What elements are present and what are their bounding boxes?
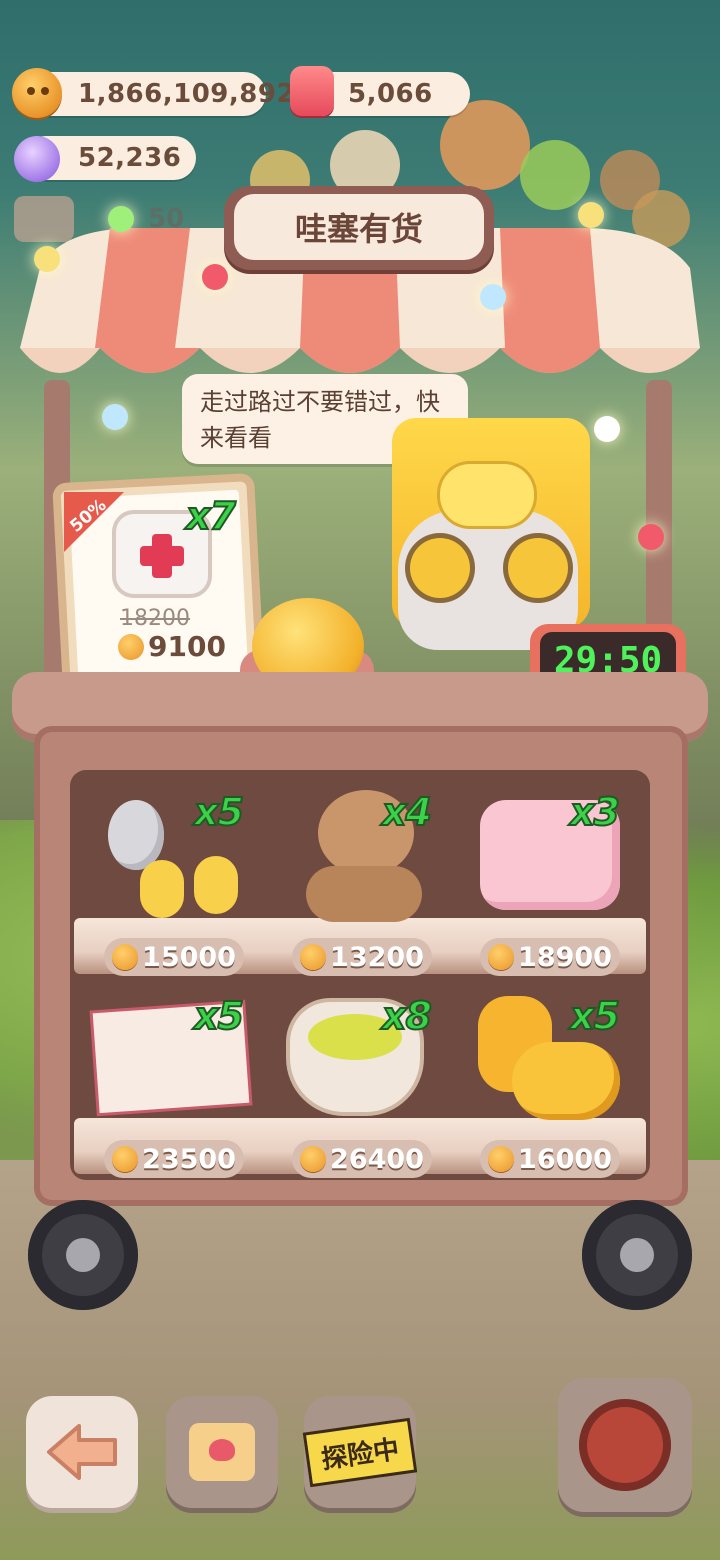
diary-button[interactable] [166, 1396, 278, 1508]
cat-eye-left [410, 538, 470, 598]
item-price-value: 23500 [142, 1143, 236, 1175]
coin-icon [300, 1146, 327, 1172]
coins-value: 1,866,109,892 [78, 79, 296, 109]
candy-icon [14, 136, 60, 182]
coin-icon [488, 1146, 515, 1172]
coin-icon [12, 68, 62, 118]
item-price[interactable]: 23500 [104, 1140, 244, 1178]
fork-handle [194, 856, 238, 914]
red-gem-icon [290, 66, 334, 116]
shop-item-magazine[interactable]: x5 [92, 990, 276, 1140]
item-price-value: 15000 [142, 941, 236, 973]
spoon-fork-icon [108, 800, 164, 870]
cart-wheel-right [582, 1200, 692, 1310]
shop-item-pillow[interactable]: x3 [470, 780, 650, 930]
stall-title: 哇塞有货 [234, 194, 484, 260]
item-price-value: 16000 [518, 1143, 612, 1175]
slipper-right [512, 1042, 620, 1120]
item-quantity: x5 [193, 789, 245, 835]
piggy-on-head-icon [440, 464, 534, 526]
light-bulb [578, 202, 604, 228]
stall-title-sign: 哇塞有货 [224, 186, 494, 270]
light-bulb [594, 416, 620, 442]
shop-item-spoon-fork[interactable]: x5 [96, 780, 276, 930]
item-price-value: 13200 [330, 941, 424, 973]
cart-wheel-left [28, 1200, 138, 1310]
hearts-value: 5,066 [348, 79, 433, 109]
teddy-body [306, 866, 422, 922]
back-button[interactable] [26, 1396, 138, 1508]
cat-eye-right [508, 538, 568, 598]
item-price-value: 26400 [330, 1143, 424, 1175]
light-bulb [202, 264, 228, 290]
light-bulb [102, 404, 128, 430]
background-balloon [520, 140, 590, 210]
item-price[interactable]: 13200 [292, 938, 432, 976]
featured-price: 9100 [148, 630, 226, 663]
item-price[interactable]: 15000 [104, 938, 244, 976]
light-bulb [638, 524, 664, 550]
item-quantity: x8 [381, 993, 433, 1039]
coin-icon [112, 1146, 139, 1172]
adventure-button[interactable]: 探险中 [302, 1396, 418, 1508]
light-bulb [480, 284, 506, 310]
coin-icon [300, 944, 327, 970]
candy-value: 52,236 [78, 143, 182, 173]
back-arrow-icon [47, 1424, 117, 1480]
item-quantity: x5 [569, 993, 621, 1039]
item-price[interactable]: 16000 [480, 1140, 620, 1178]
item-price-value: 18900 [518, 941, 612, 973]
light-bulb [108, 206, 134, 232]
featured-quantity: x7 [185, 493, 237, 539]
item-quantity: x4 [381, 789, 433, 835]
adventure-status-label: 探险中 [302, 1417, 418, 1487]
theater-button[interactable] [558, 1378, 692, 1512]
item-quantity: x5 [193, 993, 245, 1039]
coin-icon [112, 944, 139, 970]
item-price[interactable]: 26400 [292, 1140, 432, 1178]
shop-item-slippers[interactable]: x5 [470, 990, 650, 1140]
shop-item-tea-cup[interactable]: x8 [284, 990, 464, 1140]
shop-item-teddy-bear[interactable]: x4 [284, 780, 464, 930]
theater-icon [579, 1399, 671, 1491]
coin-icon [488, 944, 515, 970]
featured-old-price: 18200 [120, 606, 190, 631]
light-bulb [34, 246, 60, 272]
spoon-handle [140, 860, 184, 918]
diary-icon [189, 1423, 255, 1481]
coin-icon [118, 634, 144, 660]
item-quantity: x3 [569, 789, 621, 835]
item-price[interactable]: 18900 [480, 938, 620, 976]
